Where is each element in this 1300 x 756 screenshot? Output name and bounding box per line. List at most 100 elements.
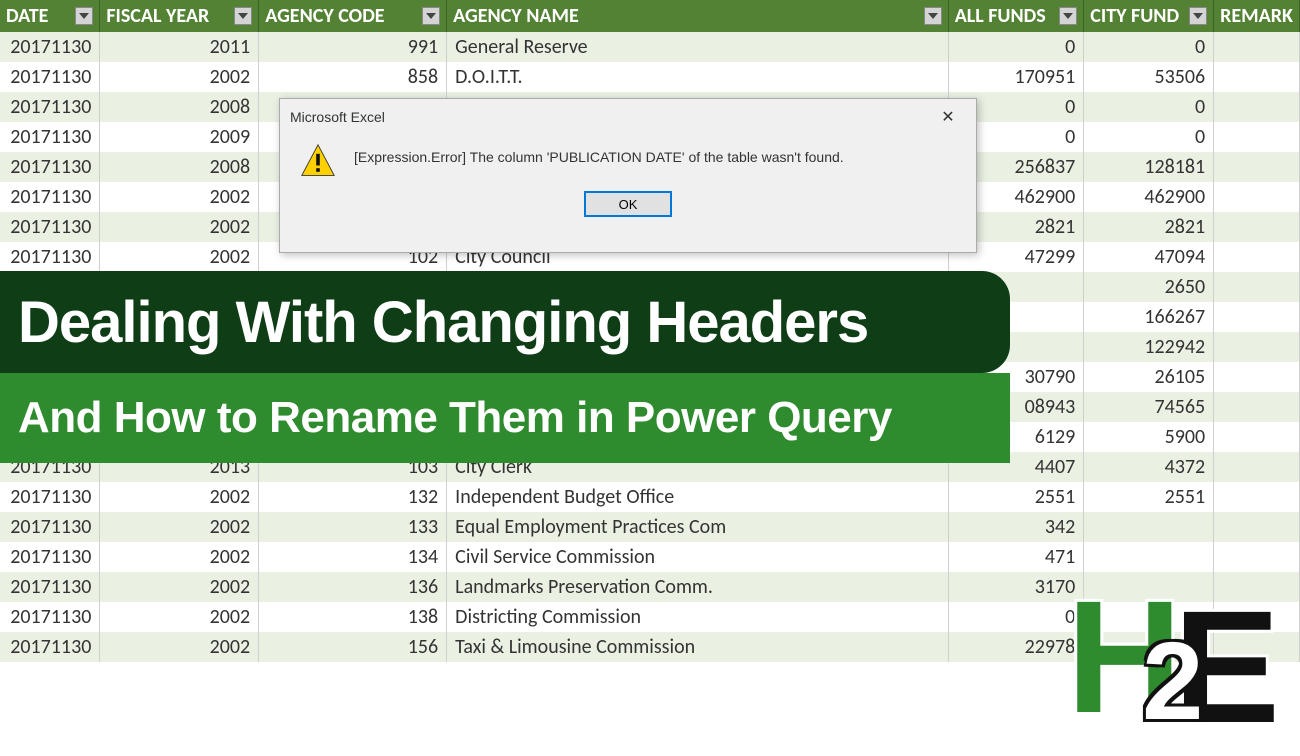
cell-fiscal-year[interactable]: 2008	[100, 92, 259, 122]
cell-agency-name[interactable]: General Reserve	[447, 32, 949, 62]
cell-date[interactable]: 20171130	[0, 122, 100, 152]
cell-remarks[interactable]	[1214, 422, 1300, 452]
cell-remarks[interactable]	[1214, 392, 1300, 422]
cell-city-fund[interactable]: 166267	[1084, 302, 1214, 332]
cell-all-funds[interactable]: 0	[948, 32, 1084, 62]
cell-date[interactable]: 20171130	[0, 572, 100, 602]
cell-fiscal-year[interactable]: 2008	[100, 152, 259, 182]
cell-all-funds[interactable]: 0	[948, 602, 1084, 632]
cell-remarks[interactable]	[1214, 542, 1300, 572]
cell-all-funds[interactable]: 2551	[948, 482, 1084, 512]
cell-fiscal-year[interactable]: 2002	[100, 572, 259, 602]
col-header-fiscal-year[interactable]: FISCAL YEAR	[100, 0, 259, 32]
cell-date[interactable]: 20171130	[0, 632, 100, 662]
cell-remarks[interactable]	[1214, 362, 1300, 392]
close-icon[interactable]: ✕	[930, 105, 966, 129]
dialog-titlebar[interactable]: Microsoft Excel ✕	[280, 99, 976, 135]
col-header-remarks[interactable]: REMARK	[1214, 0, 1300, 32]
cell-agency-name[interactable]: D.O.I.T.T.	[447, 62, 949, 92]
cell-city-fund[interactable]: 0	[1084, 32, 1214, 62]
cell-all-funds[interactable]: 471	[948, 542, 1084, 572]
filter-dropdown-icon[interactable]	[924, 7, 942, 25]
cell-fiscal-year[interactable]: 2011	[100, 32, 259, 62]
filter-dropdown-icon[interactable]	[1189, 7, 1207, 25]
cell-city-fund[interactable]: 0	[1084, 122, 1214, 152]
cell-date[interactable]: 20171130	[0, 542, 100, 572]
cell-remarks[interactable]	[1214, 332, 1300, 362]
cell-city-fund[interactable]: 2551	[1084, 482, 1214, 512]
cell-all-funds[interactable]: 22978	[948, 632, 1084, 662]
cell-agency-code[interactable]: 136	[259, 572, 447, 602]
cell-remarks[interactable]	[1214, 32, 1300, 62]
filter-dropdown-icon[interactable]	[75, 7, 93, 25]
cell-remarks[interactable]	[1214, 92, 1300, 122]
cell-date[interactable]: 20171130	[0, 512, 100, 542]
cell-remarks[interactable]	[1214, 62, 1300, 92]
cell-fiscal-year[interactable]: 2002	[100, 632, 259, 662]
cell-city-fund[interactable]: 4372	[1084, 452, 1214, 482]
cell-city-fund[interactable]: 5900	[1084, 422, 1214, 452]
cell-city-fund[interactable]: 0	[1084, 92, 1214, 122]
cell-city-fund[interactable]	[1084, 512, 1214, 542]
cell-agency-name[interactable]: Taxi & Limousine Commission	[447, 632, 949, 662]
cell-city-fund[interactable]: 2650	[1084, 272, 1214, 302]
cell-agency-name[interactable]: Civil Service Commission	[447, 542, 949, 572]
ok-button[interactable]: OK	[584, 191, 672, 217]
cell-fiscal-year[interactable]: 2002	[100, 242, 259, 272]
cell-city-fund[interactable]: 2821	[1084, 212, 1214, 242]
cell-all-funds[interactable]: 3170	[948, 572, 1084, 602]
col-header-agency-name[interactable]: AGENCY NAME	[447, 0, 949, 32]
cell-city-fund[interactable]: 122942	[1084, 332, 1214, 362]
cell-city-fund[interactable]: 53506	[1084, 62, 1214, 92]
cell-remarks[interactable]	[1214, 452, 1300, 482]
table-row[interactable]: 201711302002133Equal Employment Practice…	[0, 512, 1300, 542]
cell-remarks[interactable]	[1214, 242, 1300, 272]
cell-date[interactable]: 20171130	[0, 212, 100, 242]
cell-agency-name[interactable]: Landmarks Preservation Comm.	[447, 572, 949, 602]
cell-city-fund[interactable]: 74565	[1084, 392, 1214, 422]
table-row[interactable]: 201711302002858D.O.I.T.T.17095153506	[0, 62, 1300, 92]
cell-agency-name[interactable]: Districting Commission	[447, 602, 949, 632]
cell-agency-code[interactable]: 156	[259, 632, 447, 662]
cell-city-fund[interactable]: 47094	[1084, 242, 1214, 272]
cell-remarks[interactable]	[1214, 482, 1300, 512]
filter-dropdown-icon[interactable]	[422, 7, 440, 25]
col-header-agency-code[interactable]: AGENCY CODE	[259, 0, 447, 32]
table-row[interactable]: 201711302011991General Reserve00	[0, 32, 1300, 62]
cell-agency-code[interactable]: 138	[259, 602, 447, 632]
cell-date[interactable]: 20171130	[0, 62, 100, 92]
cell-date[interactable]: 20171130	[0, 32, 100, 62]
cell-fiscal-year[interactable]: 2002	[100, 482, 259, 512]
filter-dropdown-icon[interactable]	[234, 7, 252, 25]
cell-remarks[interactable]	[1214, 212, 1300, 242]
cell-fiscal-year[interactable]: 2002	[100, 602, 259, 632]
cell-agency-code[interactable]: 858	[259, 62, 447, 92]
cell-fiscal-year[interactable]: 2002	[100, 512, 259, 542]
cell-remarks[interactable]	[1214, 152, 1300, 182]
cell-fiscal-year[interactable]: 2002	[100, 212, 259, 242]
filter-dropdown-icon[interactable]	[1059, 7, 1077, 25]
cell-agency-code[interactable]: 134	[259, 542, 447, 572]
col-header-all-funds[interactable]: ALL FUNDS	[948, 0, 1084, 32]
cell-agency-name[interactable]: Independent Budget Office	[447, 482, 949, 512]
cell-remarks[interactable]	[1214, 122, 1300, 152]
cell-fiscal-year[interactable]: 2009	[100, 122, 259, 152]
cell-fiscal-year[interactable]: 2002	[100, 542, 259, 572]
cell-agency-name[interactable]: Equal Employment Practices Com	[447, 512, 949, 542]
cell-date[interactable]: 20171130	[0, 92, 100, 122]
cell-fiscal-year[interactable]: 2002	[100, 182, 259, 212]
cell-agency-code[interactable]: 132	[259, 482, 447, 512]
cell-date[interactable]: 20171130	[0, 482, 100, 512]
cell-city-fund[interactable]: 462900	[1084, 182, 1214, 212]
cell-remarks[interactable]	[1214, 272, 1300, 302]
cell-remarks[interactable]	[1214, 302, 1300, 332]
cell-date[interactable]: 20171130	[0, 242, 100, 272]
cell-remarks[interactable]	[1214, 182, 1300, 212]
cell-all-funds[interactable]: 342	[948, 512, 1084, 542]
cell-fiscal-year[interactable]: 2002	[100, 62, 259, 92]
cell-remarks[interactable]	[1214, 512, 1300, 542]
cell-city-fund[interactable]: 26105	[1084, 362, 1214, 392]
cell-date[interactable]: 20171130	[0, 152, 100, 182]
cell-date[interactable]: 20171130	[0, 182, 100, 212]
cell-all-funds[interactable]: 170951	[948, 62, 1084, 92]
